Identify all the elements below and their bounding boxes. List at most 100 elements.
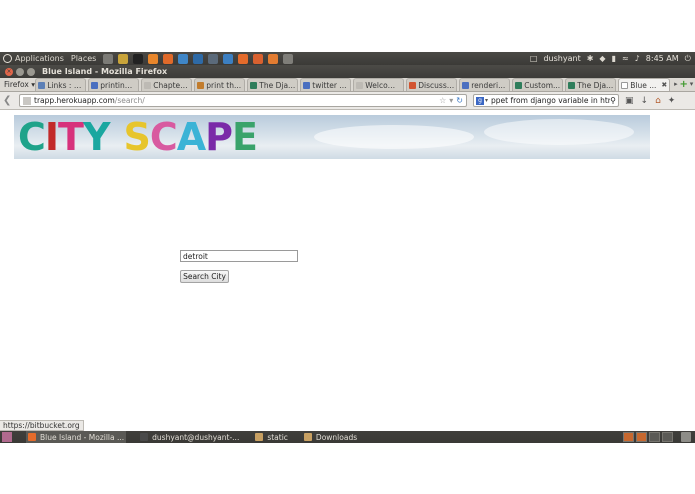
reload-icon[interactable]: ↻ bbox=[456, 96, 463, 105]
workspace-4[interactable] bbox=[662, 432, 673, 442]
bluetooth-icon[interactable]: ✱ bbox=[587, 54, 594, 63]
qt-launcher-icon[interactable] bbox=[178, 53, 189, 64]
new-tab-button[interactable]: + bbox=[679, 78, 688, 91]
home-icon[interactable]: ⌂ bbox=[655, 96, 661, 106]
tab-strip: Firefox ▾ Links : C... printing... Chapter… bbox=[0, 78, 695, 92]
taskbar-app-icon bbox=[303, 433, 312, 441]
vlc-launcher-icon[interactable] bbox=[148, 53, 159, 64]
addon-icon[interactable]: ▣ bbox=[625, 96, 634, 106]
banner-cloud bbox=[314, 125, 474, 149]
tab-label: printing... bbox=[100, 80, 137, 90]
taskbar-app-icon bbox=[140, 433, 149, 441]
bookmark-star-icon[interactable]: ☆ bbox=[439, 96, 446, 105]
places-menu[interactable]: Places bbox=[71, 54, 96, 63]
tab-list-dropdown-icon[interactable]: ▾ bbox=[688, 78, 695, 91]
browser-tab[interactable]: Welcom... bbox=[353, 78, 405, 91]
workspace-1[interactable] bbox=[623, 432, 634, 442]
url-history-dropdown-icon[interactable]: ▾ bbox=[449, 96, 453, 105]
logo-letter: Y bbox=[82, 115, 111, 159]
logo-letter: S bbox=[123, 115, 150, 159]
trash-icon[interactable] bbox=[681, 432, 691, 442]
firefox-menu-label: Firefox bbox=[4, 80, 29, 89]
task-list: Blue Island - Mozilla ... dushyant@dushya… bbox=[26, 431, 371, 443]
tab-favicon-icon bbox=[38, 81, 46, 89]
search-magnifier-icon[interactable]: ⚲ bbox=[610, 96, 616, 105]
browser-tab[interactable]: Custom... bbox=[512, 78, 564, 91]
power-icon[interactable]: ⏻ bbox=[685, 54, 691, 64]
downloads-icon[interactable]: ↓ bbox=[641, 96, 649, 106]
taskbar-item[interactable]: dushyant@dushyant-... bbox=[138, 431, 241, 443]
bookmarks-menu-icon[interactable]: ✦ bbox=[668, 96, 676, 106]
browser-tab[interactable]: twitter ... bbox=[300, 78, 352, 91]
camera-launcher-icon[interactable] bbox=[133, 53, 144, 64]
folder-launcher-icon[interactable] bbox=[253, 53, 264, 64]
window-title: Blue Island - Mozilla Firefox bbox=[42, 67, 168, 76]
bottom-taskbar: Blue Island - Mozilla ... dushyant@dushya… bbox=[0, 431, 695, 443]
show-desktop-icon[interactable] bbox=[2, 432, 12, 442]
tab-label: The Dja... bbox=[577, 80, 614, 90]
tab-favicon-icon bbox=[303, 81, 311, 89]
browser-tab[interactable]: printing... bbox=[88, 78, 140, 91]
browser-tab[interactable]: renderi... bbox=[459, 78, 511, 91]
clock[interactable]: 8:45 AM bbox=[646, 54, 679, 63]
volume-icon[interactable]: ♪ bbox=[635, 54, 640, 63]
applications-menu[interactable]: Applications bbox=[15, 54, 64, 63]
screen-bottom-margin bbox=[0, 443, 695, 494]
tab-favicon-icon bbox=[250, 81, 258, 89]
screen-top-margin bbox=[0, 0, 695, 52]
workspace-3[interactable] bbox=[649, 432, 660, 442]
firefox-menu-button[interactable]: Firefox ▾ bbox=[0, 78, 35, 91]
wifi-icon[interactable]: ≈ bbox=[622, 54, 629, 63]
workspace-2[interactable] bbox=[636, 432, 647, 442]
city-search-input[interactable] bbox=[180, 250, 298, 262]
tab-list: Links : C... printing... Chapter... print t… bbox=[35, 78, 672, 91]
site-favicon-icon bbox=[23, 96, 31, 105]
navigation-bar: ❮ trapp.herokuapp.com/search/ ☆ ▾ ↻ g ▾ … bbox=[0, 92, 695, 110]
web-search-bar[interactable]: g ▾ ppet from django variable in html ⚲ bbox=[473, 94, 619, 107]
tab-scroll-right-icon[interactable]: ▸ bbox=[672, 78, 679, 91]
search-engine-dropdown-icon[interactable]: ▾ bbox=[485, 97, 488, 104]
search-engine-icon[interactable]: g bbox=[476, 96, 484, 105]
eclipse-launcher-icon[interactable] bbox=[193, 53, 204, 64]
tab-active[interactable]: Blue ... ✖ bbox=[618, 78, 671, 91]
ubuntu-logo-icon[interactable] bbox=[3, 54, 12, 63]
terminal-launcher-icon[interactable] bbox=[103, 53, 114, 64]
taskbar-item[interactable]: Downloads bbox=[302, 431, 359, 443]
browser-tab[interactable]: The Dja... bbox=[247, 78, 299, 91]
browser-tab[interactable]: Discussi... bbox=[406, 78, 458, 91]
taskbar-item[interactable]: Blue Island - Mozilla ... bbox=[26, 431, 127, 443]
taskbar-item[interactable]: static bbox=[253, 431, 290, 443]
logo-letter: C bbox=[149, 115, 178, 159]
battery-icon[interactable]: ▮ bbox=[612, 54, 616, 63]
city-scape-banner[interactable]: CITY SCAPE bbox=[14, 115, 650, 159]
tab-close-icon[interactable]: ✖ bbox=[661, 79, 667, 91]
taskbar-item-label: dushyant@dushyant-... bbox=[152, 432, 240, 442]
firefox-launcher-icon[interactable] bbox=[238, 53, 249, 64]
url-bar[interactable]: trapp.herokuapp.com/search/ ☆ ▾ ↻ bbox=[19, 94, 467, 107]
monitor-launcher-icon[interactable] bbox=[208, 53, 219, 64]
web-search-input[interactable]: ppet from django variable in html bbox=[491, 96, 610, 105]
status-bar-link: https://bitbucket.org bbox=[0, 420, 84, 431]
tab-favicon-icon bbox=[621, 81, 629, 89]
dropbox-icon[interactable]: ◆ bbox=[599, 54, 605, 63]
browser-tab[interactable]: Links : C... bbox=[35, 78, 87, 91]
tab-label: renderi... bbox=[471, 80, 506, 90]
chat-icon[interactable]: □ bbox=[530, 54, 538, 63]
logo-letter: C bbox=[18, 115, 46, 159]
window-minimize-button[interactable] bbox=[16, 67, 24, 76]
screen-launcher-icon[interactable] bbox=[283, 53, 294, 64]
notes-launcher-icon[interactable] bbox=[118, 53, 129, 64]
window-maximize-button[interactable] bbox=[27, 67, 35, 76]
search-city-button[interactable]: Search City bbox=[180, 270, 229, 283]
browser-launcher-icon[interactable] bbox=[223, 53, 234, 64]
back-button[interactable]: ❮ bbox=[3, 95, 15, 106]
browser-tab[interactable]: The Dja... bbox=[565, 78, 617, 91]
tab-favicon-icon bbox=[568, 81, 576, 89]
browser-tab[interactable]: print th... bbox=[194, 78, 246, 91]
archive-launcher-icon[interactable] bbox=[268, 53, 279, 64]
user-name[interactable]: dushyant bbox=[543, 54, 580, 63]
window-close-button[interactable]: × bbox=[5, 67, 13, 76]
sublime-launcher-icon[interactable] bbox=[163, 53, 174, 64]
tab-label: Links : C... bbox=[47, 80, 84, 90]
browser-tab[interactable]: Chapter... bbox=[141, 78, 193, 91]
